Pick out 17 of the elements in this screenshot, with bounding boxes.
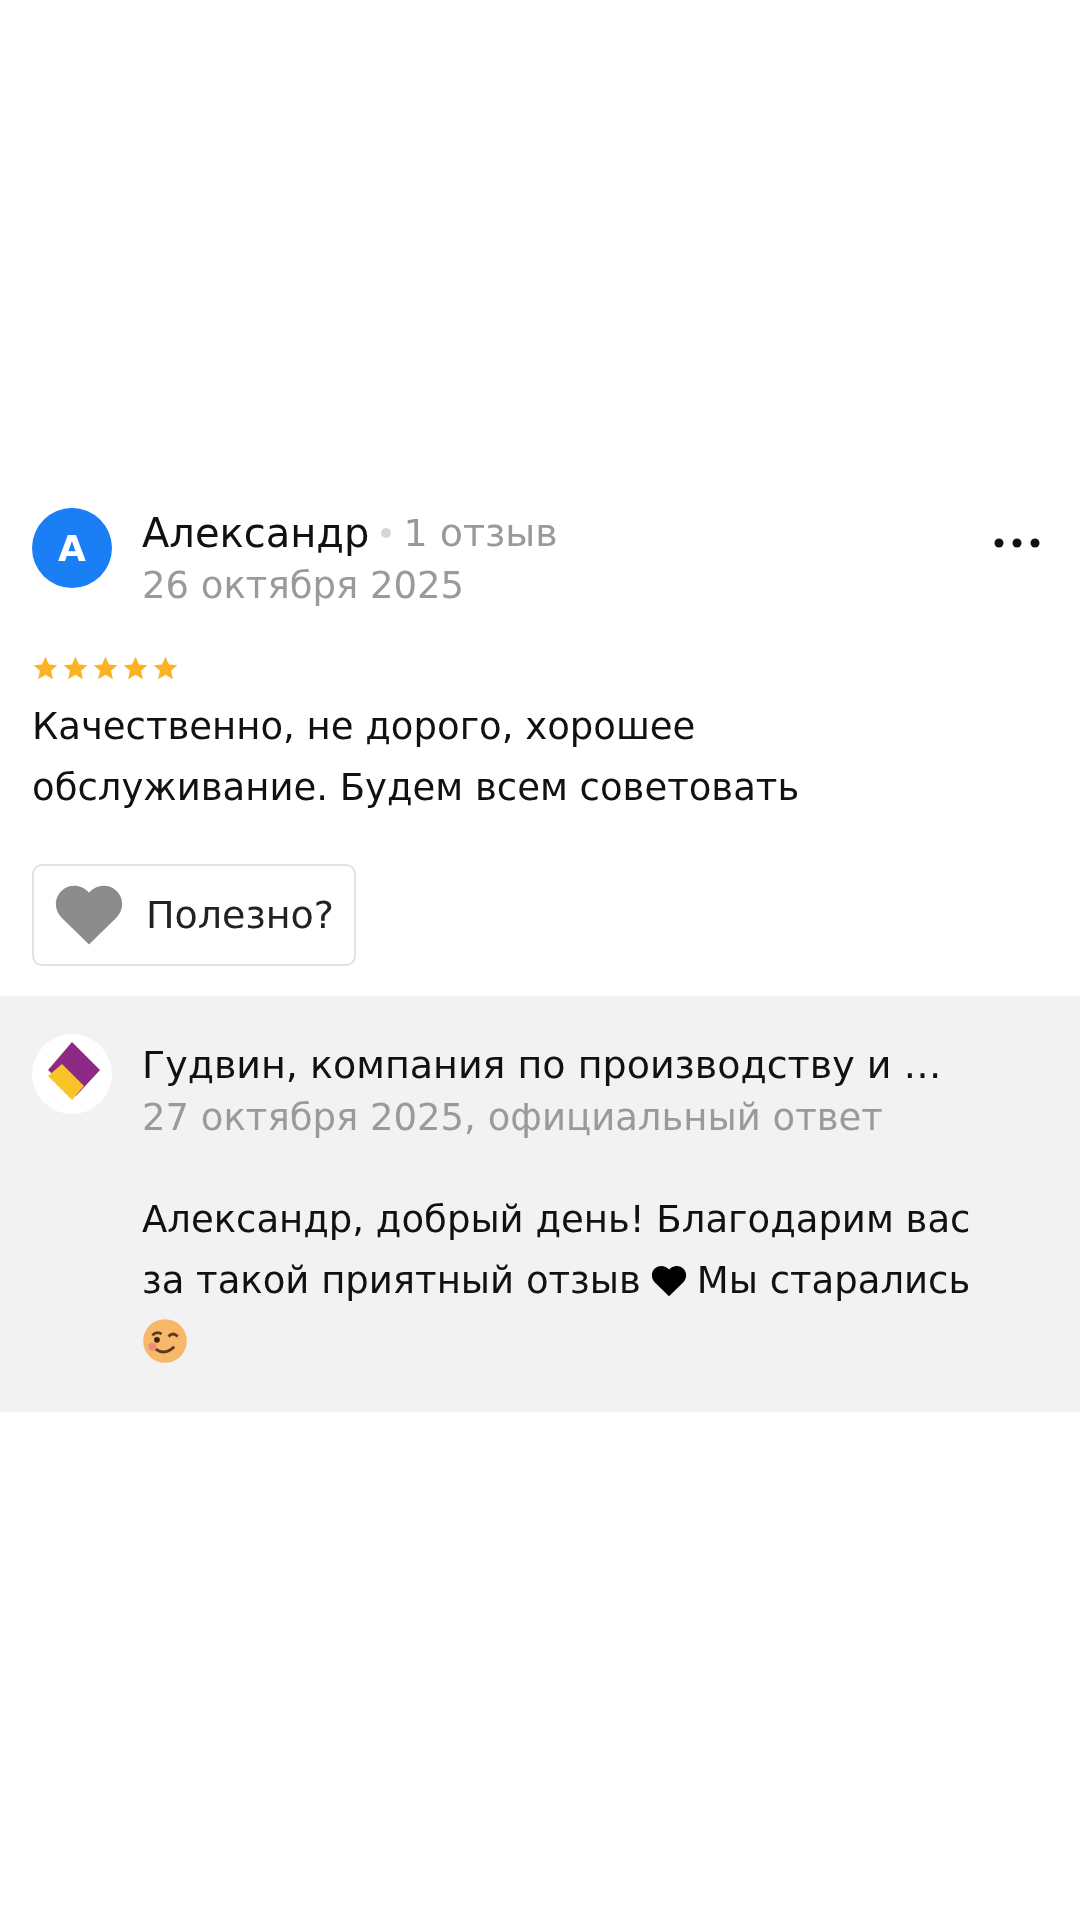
reply-text: Александр, добрый день! Благодарим вас (142, 1198, 971, 1241)
heart-icon (650, 1265, 687, 1297)
winking-face-icon (142, 1318, 188, 1364)
review-date: 26 октября 2025 (142, 564, 466, 607)
author-name[interactable]: Александр (142, 510, 370, 556)
reply-text: Мы старались (696, 1259, 971, 1302)
separator-dot-icon (381, 528, 392, 538)
company-name[interactable]: Гудвин, компания по производству и … (142, 1040, 1048, 1090)
heart-icon (54, 884, 124, 946)
review-count: 1 отзыв (403, 511, 558, 555)
company-logo-icon[interactable] (32, 1034, 112, 1114)
reply-text: за такой приятный отзыв (142, 1259, 641, 1302)
more-options-icon[interactable] (994, 538, 1040, 548)
review-text: Качественно, не дорого, хорошее обслуживание. Будем всем советовать (32, 704, 801, 811)
reply-date: 27 октября 2025, официальный ответ (142, 1096, 884, 1139)
user-avatar[interactable]: А (32, 508, 112, 588)
helpful-button[interactable]: Полезно? (32, 864, 356, 966)
